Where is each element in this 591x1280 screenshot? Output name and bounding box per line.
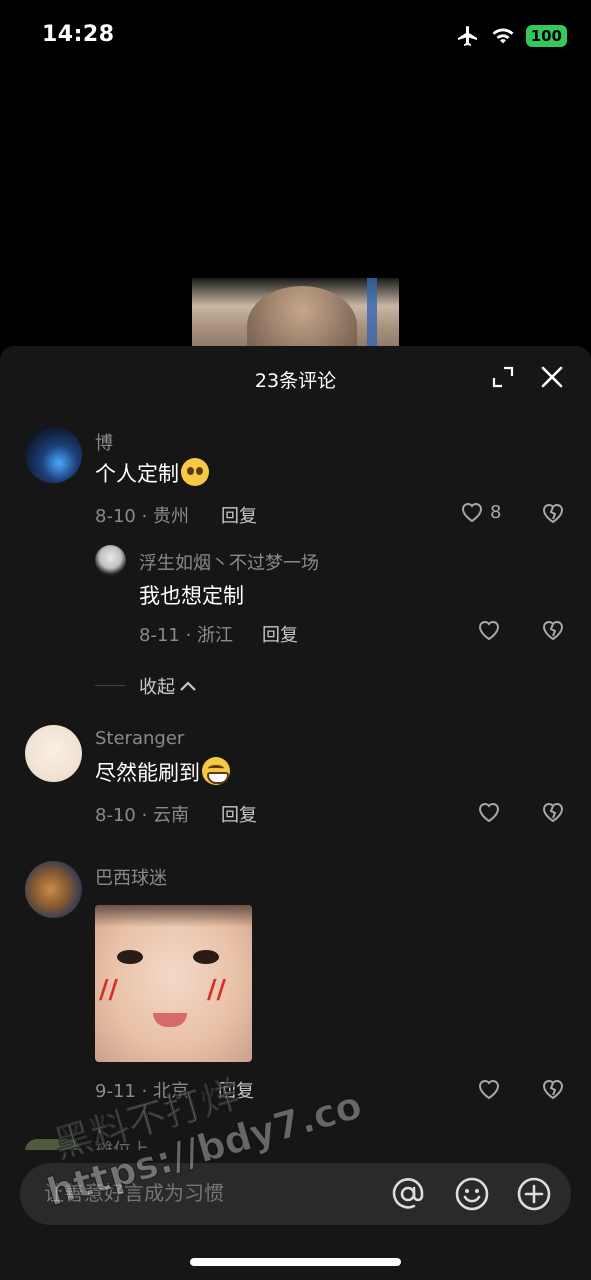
wifi-icon	[492, 28, 514, 44]
reply-username[interactable]: 浮生如烟丶不过梦一场	[139, 549, 319, 575]
divider	[95, 685, 125, 686]
avatar[interactable]	[95, 545, 126, 576]
reply-text: 我也想定制	[139, 584, 244, 608]
comment-date-location: 8-10 · 贵州	[95, 506, 190, 527]
comment-username[interactable]: 巴西球迷	[95, 864, 167, 890]
like-count: 8	[490, 501, 502, 523]
comment-text: 个人定制	[95, 458, 209, 488]
close-icon[interactable]	[539, 364, 565, 390]
emoji-icon[interactable]	[454, 1176, 490, 1212]
mention-icon[interactable]	[390, 1176, 426, 1212]
comment-date-location: 8-10 · 云南	[95, 805, 190, 826]
home-indicator	[190, 1258, 401, 1266]
reply-date-location: 8-11 · 浙江	[139, 625, 234, 646]
status-time: 14:28	[42, 22, 115, 47]
comment-username[interactable]: 博	[95, 429, 113, 455]
expand-icon[interactable]	[492, 366, 514, 388]
comment-username[interactable]: 摊位上	[95, 1136, 149, 1150]
battery-indicator: 100	[525, 25, 567, 47]
comment-panel: 23条评论 博 个人定制 8-10 · 贵州 回复 8 浮生如烟丶不过梦一场 我…	[0, 346, 591, 1280]
pleading-face-emoji-icon	[181, 458, 209, 486]
comment-text: 尽然能刷到	[95, 757, 230, 787]
dislike-icon[interactable]	[541, 502, 565, 524]
grinning-face-emoji-icon	[202, 757, 230, 785]
reply-button[interactable]: 回复	[262, 621, 298, 647]
dislike-icon[interactable]	[541, 619, 565, 641]
reply-button[interactable]: 回复	[221, 502, 257, 528]
sticker-image[interactable]: // //	[95, 905, 252, 1062]
comment-input-bar	[0, 1150, 591, 1280]
comment-date-location: 9-11 · 北京	[95, 1081, 190, 1102]
like-button[interactable]: 8	[460, 501, 501, 523]
comment-username[interactable]: Steranger	[95, 728, 184, 749]
video-thumbnail[interactable]	[192, 278, 399, 348]
collapse-label: 收起	[139, 677, 175, 698]
collapse-replies-button[interactable]: 收起	[139, 673, 197, 699]
heart-icon[interactable]	[477, 801, 501, 823]
dislike-icon[interactable]	[541, 801, 565, 823]
heart-icon[interactable]	[477, 1078, 501, 1100]
status-bar: 14:28 100	[0, 0, 591, 72]
comment-input[interactable]	[44, 1181, 374, 1205]
chevron-up-icon	[180, 681, 196, 691]
avatar[interactable]	[25, 426, 82, 483]
heart-icon[interactable]	[477, 619, 501, 641]
reply-button[interactable]: 回复	[221, 801, 257, 827]
status-icons: 100	[456, 24, 567, 48]
comment-input-container[interactable]	[20, 1163, 571, 1225]
heart-icon	[461, 503, 483, 523]
airplane-icon	[457, 26, 477, 46]
avatar[interactable]	[25, 861, 82, 918]
reply-button[interactable]: 回复	[218, 1077, 254, 1103]
dislike-icon[interactable]	[541, 1078, 565, 1100]
avatar[interactable]	[25, 725, 82, 782]
add-icon[interactable]	[516, 1176, 552, 1212]
